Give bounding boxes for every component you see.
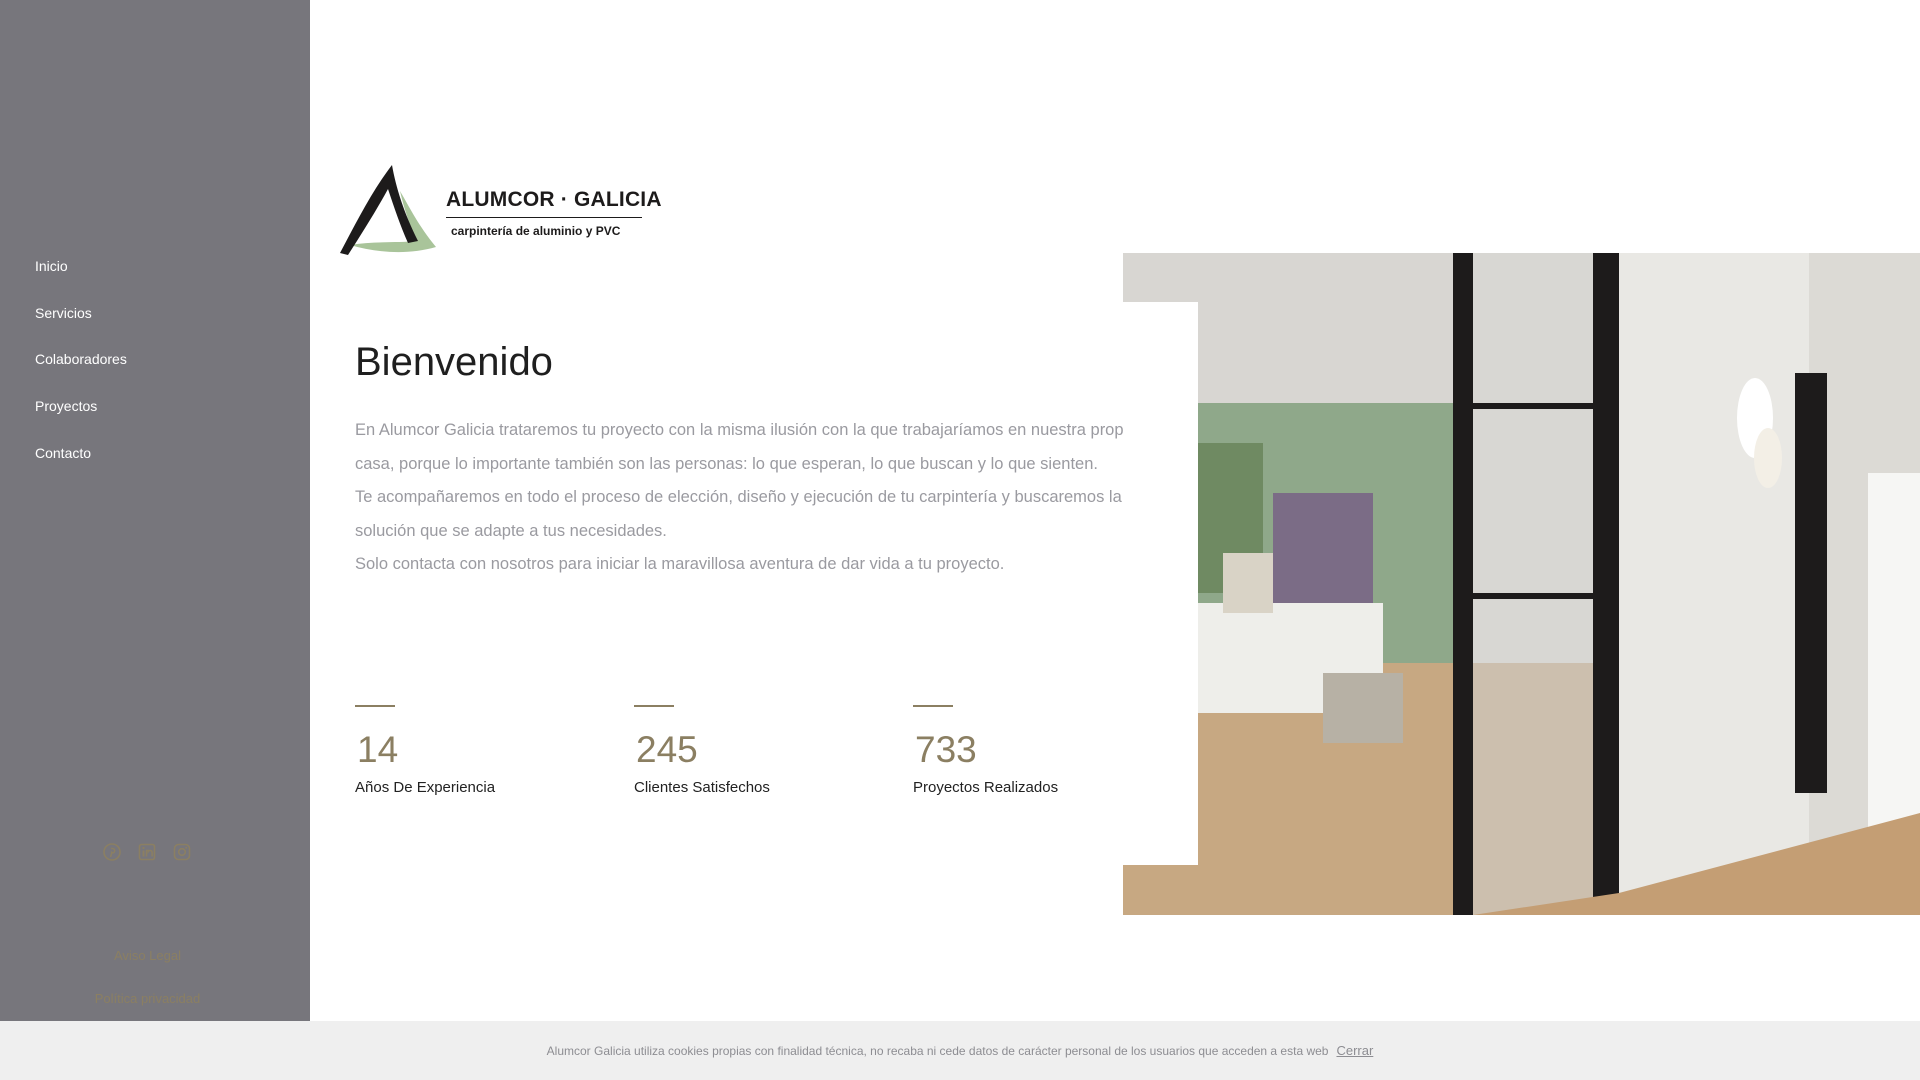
stat-divider	[634, 705, 674, 707]
intro-paragraph: Solo contacta con nosotros para iniciar …	[355, 555, 1005, 574]
page-title: Bienvenido	[355, 340, 553, 384]
politica-privacidad-link[interactable]: Política privacidad	[0, 991, 295, 1006]
nav-item-proyectos[interactable]: Proyectos	[35, 396, 127, 443]
stat-number: 245	[636, 729, 698, 770]
stat-label: Años De Experiencia	[355, 779, 496, 796]
photo-overlay-block	[1123, 302, 1198, 865]
brand-name: ALUMCOR · GALICIA	[446, 188, 662, 211]
cookie-close-link[interactable]: Cerrar	[1336, 1043, 1373, 1058]
instagram-icon[interactable]	[173, 843, 191, 861]
nav-item-colaboradores[interactable]: Colaboradores	[35, 349, 127, 396]
interior-photo	[1123, 253, 1920, 915]
brand-logo[interactable]: ALUMCOR · GALICIA carpintería de alumini…	[338, 163, 662, 255]
nav-item-inicio[interactable]: Inicio	[35, 256, 127, 303]
nav-item-servicios[interactable]: Servicios	[35, 303, 127, 350]
stat-experience: 14 Años De Experiencia	[355, 705, 595, 796]
stat-clients: 245 Clientes Satisfechos	[634, 705, 874, 796]
aviso-legal-link[interactable]: Aviso Legal	[0, 948, 295, 963]
intro-paragraph: Te acompañaremos en todo el proceso de e…	[355, 488, 1168, 540]
intro-paragraph: En Alumcor Galicia trataremos tu proyect…	[355, 421, 1137, 473]
stat-number: 733	[915, 729, 977, 770]
stat-divider	[913, 705, 953, 707]
stat-divider	[355, 705, 395, 707]
brand-tagline: carpintería de aluminio y PVC	[451, 224, 621, 238]
nav-item-contacto[interactable]: Contacto	[35, 443, 127, 490]
main-nav: Inicio Servicios Colaboradores Proyectos…	[35, 256, 127, 489]
pinterest-icon[interactable]	[103, 843, 121, 861]
intro-text: En Alumcor Galicia trataremos tu proyect…	[355, 414, 1170, 582]
linkedin-icon[interactable]	[138, 843, 156, 861]
social-links	[103, 843, 191, 861]
stat-projects: 733 Proyectos Realizados	[913, 705, 1153, 796]
cookie-text: Alumcor Galicia utiliza cookies propias …	[546, 1043, 1329, 1058]
cookie-banner: Alumcor Galicia utiliza cookies propias …	[0, 1021, 1920, 1080]
stat-number: 14	[357, 729, 399, 770]
logo-divider	[446, 217, 642, 218]
sidebar: Inicio Servicios Colaboradores Proyectos…	[0, 0, 310, 1080]
stat-label: Clientes Satisfechos	[634, 779, 770, 796]
logo-mark	[340, 165, 436, 255]
stat-label: Proyectos Realizados	[913, 779, 1059, 796]
